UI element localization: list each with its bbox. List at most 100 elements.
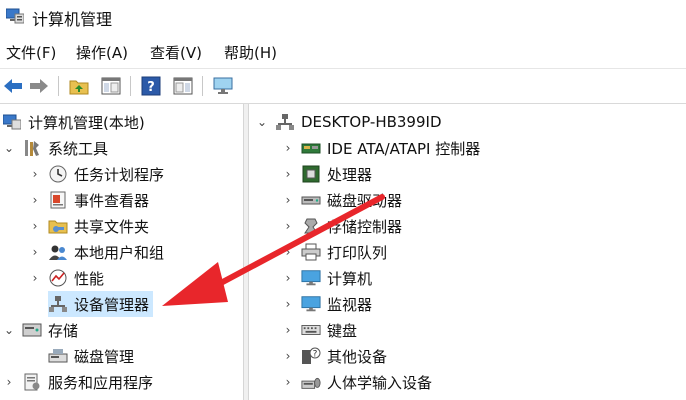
device-category-monitors[interactable]: › 监视器 [281, 291, 372, 317]
device-category-label: 磁盘驱动器 [327, 191, 403, 210]
device-category-other-devices[interactable]: › ? 其他设备 [281, 343, 387, 369]
keyboard-icon [301, 321, 321, 339]
tree-item-computer-management[interactable]: 计算机管理(本地) [2, 109, 145, 135]
svg-text:?: ? [147, 80, 155, 95]
storage-icon [22, 321, 42, 339]
menu-bar: 文件(F) 操作(A) 查看(V) 帮助(H) [0, 36, 686, 64]
tree-item-disk-management[interactable]: 磁盘管理 [48, 343, 134, 369]
services-icon [22, 373, 42, 391]
tools-icon [22, 139, 42, 157]
storage-controller-icon [301, 217, 321, 235]
tree-label: 服务和应用程序 [48, 373, 154, 392]
title-bar: 计算机管理 [0, 0, 686, 34]
menu-help[interactable]: 帮助(H) [224, 42, 277, 63]
device-category-disk-drives[interactable]: › 磁盘驱动器 [281, 187, 402, 213]
svg-text:?: ? [313, 350, 318, 360]
help-icon[interactable]: ? [140, 75, 162, 97]
device-category-label: 计算机 [327, 269, 373, 288]
chevron-right-icon[interactable]: › [281, 167, 295, 181]
device-category-processor[interactable]: › 处理器 [281, 161, 372, 187]
performance-icon [48, 269, 68, 287]
device-category-label: 打印队列 [327, 243, 388, 262]
chevron-down-icon[interactable]: ⌄ [255, 115, 269, 129]
forward-arrow-icon[interactable] [28, 75, 50, 97]
chevron-right-icon[interactable]: › [281, 323, 295, 337]
chevron-right-icon[interactable]: › [28, 219, 42, 233]
tree-label: 存储 [48, 321, 79, 340]
chevron-right-icon[interactable]: › [281, 141, 295, 155]
hid-icon [301, 373, 321, 391]
tree-label: 事件查看器 [74, 191, 150, 210]
chevron-right-icon[interactable]: › [281, 245, 295, 259]
tree-label: 磁盘管理 [74, 347, 135, 366]
tree-item-system-tools[interactable]: ⌄ 系统工具 [2, 135, 108, 161]
disk-drive-icon [301, 191, 321, 209]
computer-management-icon [2, 113, 22, 131]
toolbar-separator [58, 76, 59, 96]
tree-label: 系统工具 [48, 139, 109, 158]
monitor-icon [301, 295, 321, 313]
chevron-right-icon[interactable]: › [281, 271, 295, 285]
chevron-right-icon[interactable]: › [281, 219, 295, 233]
menu-action[interactable]: 操作(A) [76, 42, 128, 63]
device-category-ide[interactable]: › IDE ATA/ATAPI 控制器 [281, 135, 481, 161]
other-devices-icon: ? [301, 347, 321, 365]
processor-icon [301, 165, 321, 183]
device-category-label: 存储控制器 [327, 217, 403, 236]
console-tree: 计算机管理(本地) ⌄ 系统工具 › 任务计划程序 › 事件查看器 › 共享文件… [0, 104, 243, 400]
device-category-label: 其他设备 [327, 347, 388, 366]
chevron-down-icon[interactable]: ⌄ [2, 323, 16, 337]
menu-view[interactable]: 查看(V) [150, 42, 202, 63]
chevron-down-icon[interactable]: ⌄ [2, 141, 16, 155]
chevron-right-icon[interactable]: › [28, 271, 42, 285]
chevron-right-icon[interactable]: › [28, 193, 42, 207]
chevron-right-icon[interactable]: › [281, 193, 295, 207]
properties-panel-icon[interactable] [172, 75, 194, 97]
tree-label: 计算机管理(本地) [28, 113, 145, 132]
tree-item-local-users-groups[interactable]: › 本地用户和组 [28, 239, 164, 265]
tree-item-task-scheduler[interactable]: › 任务计划程序 [28, 161, 164, 187]
chevron-right-icon[interactable]: › [281, 349, 295, 363]
computer-name: DESKTOP-HB399ID [301, 113, 442, 131]
toolbar-separator [202, 76, 203, 96]
window-title: 计算机管理 [32, 10, 113, 29]
device-tree: ⌄ DESKTOP-HB399ID › IDE ATA/ATAPI 控制器 › … [249, 104, 686, 400]
disk-management-icon [48, 347, 68, 365]
device-category-print-queues[interactable]: › 打印队列 [281, 239, 387, 265]
computer-management-app-icon [6, 8, 24, 24]
device-category-hid[interactable]: › 人体学输入设备 [281, 369, 432, 395]
device-manager-icon [48, 295, 68, 313]
tree-item-device-manager[interactable]: 设备管理器 [48, 291, 154, 317]
back-arrow-icon[interactable] [2, 75, 24, 97]
device-tree-root[interactable]: ⌄ DESKTOP-HB399ID [255, 109, 442, 135]
tree-label: 本地用户和组 [74, 243, 165, 262]
tree-item-storage[interactable]: ⌄ 存储 [2, 317, 78, 343]
tree-item-shared-folders[interactable]: › 共享文件夹 [28, 213, 149, 239]
chevron-right-icon[interactable]: › [28, 167, 42, 181]
users-icon [48, 243, 68, 261]
device-category-label: 处理器 [327, 165, 373, 184]
tree-label: 设备管理器 [74, 295, 150, 314]
tree-item-performance[interactable]: › 性能 [28, 265, 104, 291]
ide-controller-icon [301, 139, 321, 157]
toolbar-separator [130, 76, 131, 96]
computer-icon [275, 113, 295, 131]
monitor-icon[interactable] [212, 75, 234, 97]
tree-item-event-viewer[interactable]: › 事件查看器 [28, 187, 149, 213]
device-category-storage-controllers[interactable]: › 存储控制器 [281, 213, 402, 239]
printer-icon [301, 243, 321, 261]
chevron-right-icon[interactable]: › [2, 375, 16, 389]
tree-label: 共享文件夹 [74, 217, 150, 236]
device-category-computer[interactable]: › 计算机 [281, 265, 372, 291]
tree-item-services-applications[interactable]: › 服务和应用程序 [2, 369, 153, 395]
chevron-right-icon[interactable]: › [28, 245, 42, 259]
device-category-keyboards[interactable]: › 键盘 [281, 317, 357, 343]
chevron-right-icon[interactable]: › [281, 297, 295, 311]
shared-folder-icon [48, 217, 68, 235]
up-folder-icon[interactable] [68, 75, 90, 97]
show-hide-tree-icon[interactable] [100, 75, 122, 97]
device-category-label: 人体学输入设备 [327, 373, 433, 392]
chevron-right-icon[interactable]: › [281, 375, 295, 389]
tree-label: 性能 [74, 269, 105, 288]
menu-file[interactable]: 文件(F) [6, 42, 56, 63]
